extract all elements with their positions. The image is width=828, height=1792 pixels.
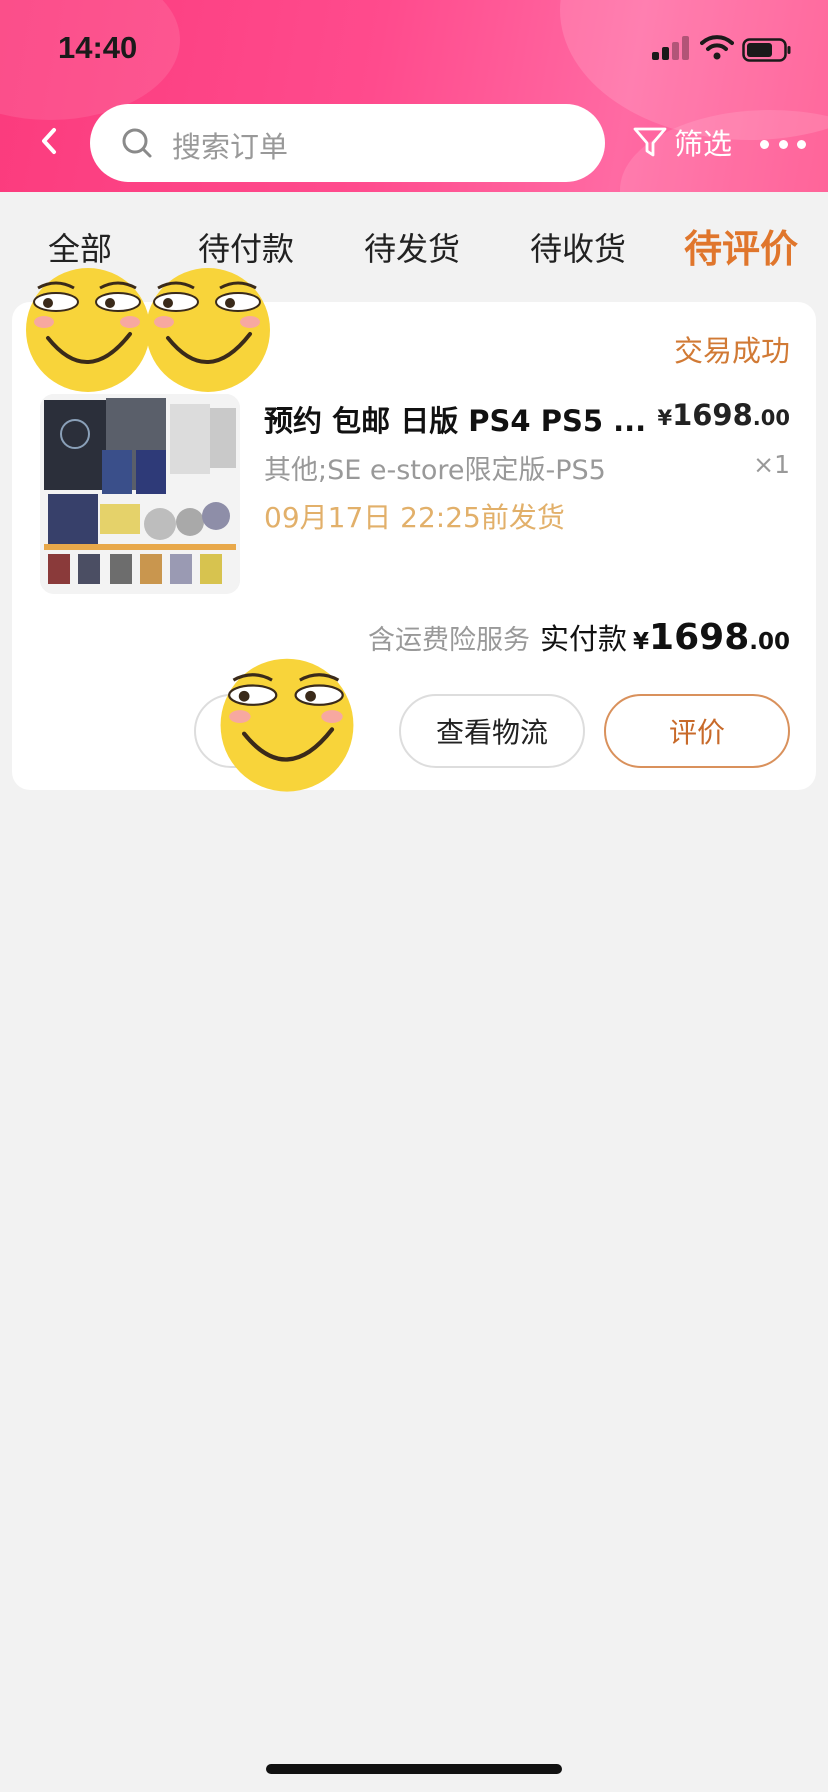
product-quantity: ×1 — [753, 450, 790, 479]
header-bar: 14:40 搜索订单 筛选 — [0, 0, 828, 192]
wifi-icon — [700, 35, 734, 60]
paid-label: 实付款 — [540, 622, 628, 656]
service-note: 含运费险服务 — [368, 625, 531, 656]
tab-pending-review[interactable]: 待评价 — [684, 218, 798, 273]
home-indicator[interactable] — [266, 1764, 562, 1774]
product-spec: 其他;SE e-store限定版-PS5 — [264, 455, 606, 486]
filter-button[interactable]: 筛选 — [632, 122, 732, 162]
smirk-emoji-sticker — [220, 658, 354, 792]
ship-deadline: 09月17日 22:25前发货 — [264, 501, 565, 534]
search-icon — [122, 128, 152, 158]
back-icon[interactable] — [32, 124, 66, 158]
search-input[interactable]: 搜索订单 — [90, 104, 605, 182]
view-logistics-button[interactable]: 查看物流 — [399, 694, 585, 768]
more-dots-icon[interactable] — [760, 126, 806, 162]
status-time: 14:40 — [58, 30, 138, 65]
order-list-page: 14:40 搜索订单 筛选 全部 待付款 待发货 待收货 待评价 交易成功 预约… — [0, 0, 828, 1792]
search-placeholder: 搜索订单 — [172, 130, 289, 164]
smirk-emoji-sticker — [26, 268, 150, 392]
battery-icon — [742, 38, 791, 62]
tab-pending-shipment[interactable]: 待发货 — [364, 224, 460, 270]
unit-price: ¥1698.00 — [657, 398, 790, 432]
tab-pending-receipt[interactable]: 待收货 — [530, 224, 626, 270]
filter-label: 筛选 — [674, 127, 733, 161]
product-thumbnail[interactable] — [40, 394, 240, 594]
review-button[interactable]: 评价 — [604, 694, 790, 768]
smirk-emoji-sticker — [146, 268, 270, 392]
funnel-icon — [633, 127, 667, 157]
product-title[interactable]: 预约 包邮 日版 PS4 PS5 ... — [264, 398, 664, 440]
order-total: 含运费险服务 实付款 ¥1698.00 — [368, 617, 790, 658]
cellular-signal-icon — [652, 36, 692, 60]
order-status: 交易成功 — [673, 334, 790, 368]
